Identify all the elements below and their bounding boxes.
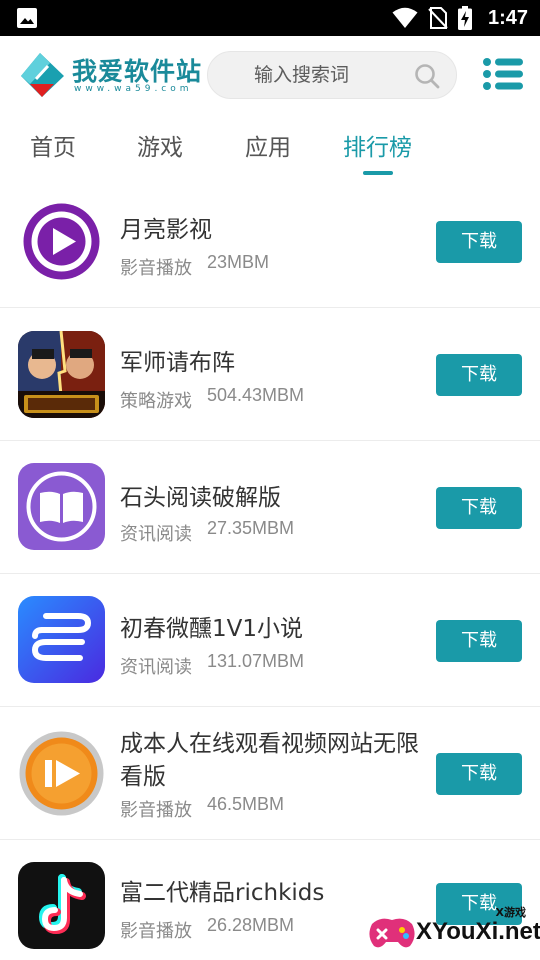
app-name[interactable]: 月亮影视 [120,210,212,244]
app-name[interactable]: 初春微醺1V1小说 [120,609,303,643]
tab-games[interactable]: 游戏 [137,128,183,162]
app-name[interactable]: 石头阅读破解版 [120,478,281,512]
logo-mark-icon [21,53,64,97]
tab-ranking[interactable]: 排行榜 [343,128,412,162]
site-logo[interactable]: 我爱软件站 www.wa59.com [20,50,203,100]
wifi-icon [392,7,418,28]
app-size: 23MBM [207,252,270,272]
active-tab-indicator [363,171,393,175]
wave-logo-icon[interactable] [18,596,105,683]
app-category: 影音播放 [120,921,192,942]
menu-list-icon[interactable] [482,56,524,92]
gamepad-logo-icon [369,918,415,948]
book-icon[interactable] [18,463,105,550]
app-category: 资讯阅读 [120,524,192,545]
app-category: 资讯阅读 [120,657,192,678]
app-header: 我爱软件站 www.wa59.com [0,36,540,116]
watermark-site-name: XYouXi.net [416,918,540,945]
image-icon [17,8,37,28]
download-button[interactable]: 下载 [436,753,522,795]
status-bar: 1:47 [0,0,540,36]
list-item[interactable]: 初春微醺1V1小说 资讯阅读 131.07MBM 下载 [0,575,540,707]
game-cover-icon[interactable] [18,331,105,418]
download-button[interactable]: 下载 [436,620,522,662]
play-circle-icon[interactable] [18,198,105,285]
tab-apps[interactable]: 应用 [245,128,291,162]
app-size: 504.43MBM [207,385,305,405]
battery-charging-icon [457,6,472,30]
app-size: 46.5MBM [207,794,285,814]
list-item[interactable]: 军师请布阵 策略游戏 504.43MBM 下载 [0,309,540,441]
search-icon[interactable] [414,63,440,89]
tiktok-note-icon[interactable] [18,862,105,949]
app-size: 26.28MBM [207,915,295,935]
app-size: 131.07MBM [207,651,305,671]
app-category: 影音播放 [120,258,192,279]
download-button[interactable]: 下载 [436,487,522,529]
app-category: 策略游戏 [120,391,192,412]
search-box [207,51,458,99]
list-item[interactable]: 成本人在线观看视频网站无限看版 影音播放 46.5MBM 下载 [0,708,540,840]
download-button[interactable]: 下载 [436,221,522,263]
logo-title: 我爱软件站 [72,57,203,86]
no-sim-icon [428,7,448,29]
app-category: 影音播放 [120,800,192,821]
fast-forward-icon[interactable] [18,730,105,817]
list-item[interactable]: 月亮影视 影音播放 23MBM 下载 [0,176,540,308]
app-name[interactable]: 富二代精品richkids [120,873,324,907]
download-button[interactable]: 下载 [436,354,522,396]
clock-time: 1:47 [487,6,528,29]
app-name[interactable]: 军师请布阵 [120,343,235,377]
category-tabs: 首页 游戏 应用 排行榜 [0,116,540,180]
app-name[interactable]: 成本人在线观看视频网站无限看版 [120,728,420,794]
list-item[interactable]: 石头阅读破解版 资讯阅读 27.35MBM 下载 [0,442,540,574]
logo-subtitle: www.wa59.com [74,84,193,94]
tab-home[interactable]: 首页 [30,128,76,162]
app-size: 27.35MBM [207,518,295,538]
site-watermark: X游戏 XYouXi.net [366,900,540,958]
